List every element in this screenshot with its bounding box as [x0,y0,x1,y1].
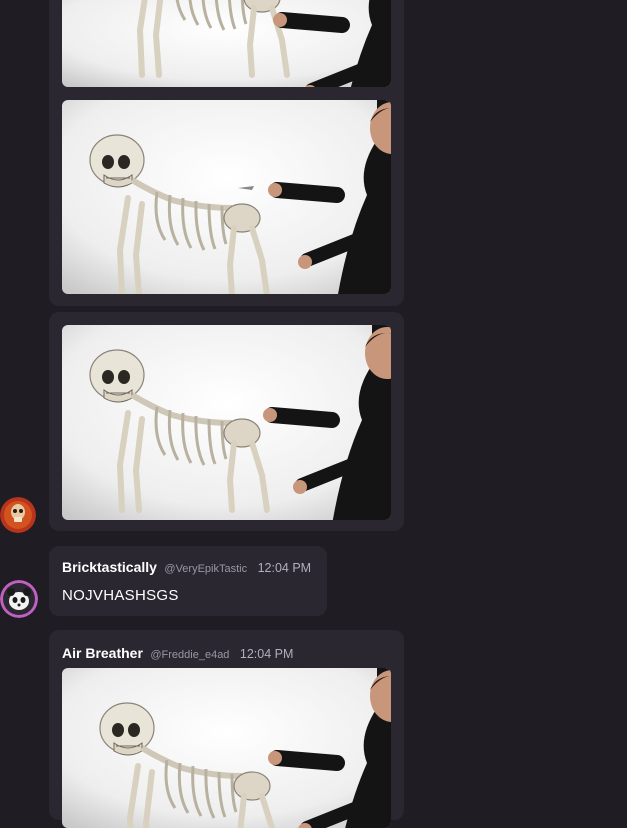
timestamp: 12:04 PM [257,561,312,575]
attached-image-4[interactable] [62,668,391,828]
message-header: Air Breather @Freddie_e4ad 12:04 PM [62,645,293,663]
message-bricktastically: Bricktastically @VeryEpikTastic 12:04 PM… [49,546,327,616]
skull-avatar[interactable] [0,497,36,533]
author-name[interactable]: Air Breather [62,645,143,661]
panda-avatar[interactable] [0,580,38,618]
attached-image-2[interactable] [62,100,391,294]
timestamp: 12:04 PM [239,647,294,661]
message-text: NOJVHASHSGS [62,587,179,604]
message-header: Bricktastically @VeryEpikTastic 12:04 PM [62,559,311,577]
author-name[interactable]: Bricktastically [62,559,157,575]
attachment-card-1 [49,0,404,306]
author-handle[interactable]: @Freddie_e4ad [150,649,229,661]
author-handle[interactable]: @VeryEpikTastic [164,563,247,575]
attachment-card-2 [49,312,404,531]
attached-image-1[interactable] [62,0,391,87]
message-air-breather: Air Breather @Freddie_e4ad 12:04 PM [49,630,404,828]
attached-image-3[interactable] [62,325,391,520]
